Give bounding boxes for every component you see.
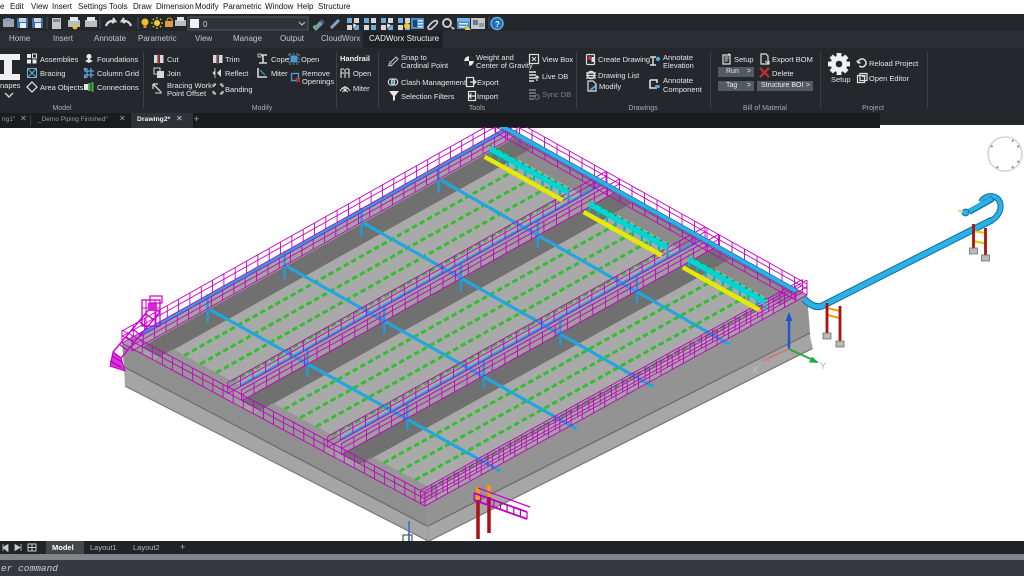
svg-text:0: 0: [203, 20, 208, 29]
svg-text:X: X: [752, 365, 758, 375]
svg-text:?: ?: [495, 20, 500, 29]
svg-text:Y: Y: [820, 361, 826, 371]
